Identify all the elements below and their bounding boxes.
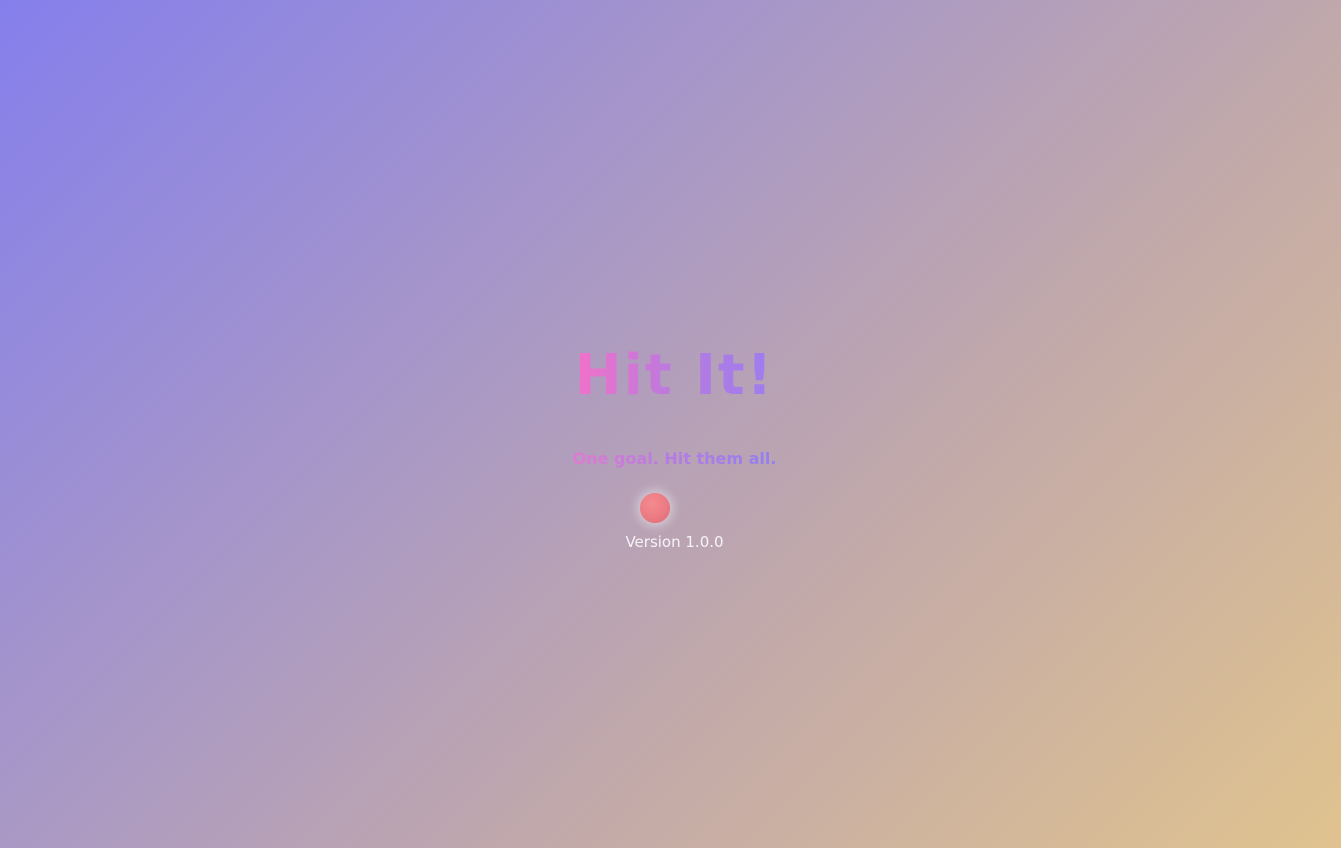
app-tagline-text: One goal. Hit them all. [572,449,777,468]
app-title: Hit It! [0,340,1341,412]
version-label: Version 1.0.0 [625,533,724,551]
splash-screen: Hit It! One goal. Hit them all. Version … [0,0,1341,848]
app-tagline: One goal. Hit them all. [0,449,1341,469]
app-title-text: Hit It! [574,343,775,408]
ball-icon [640,493,670,523]
